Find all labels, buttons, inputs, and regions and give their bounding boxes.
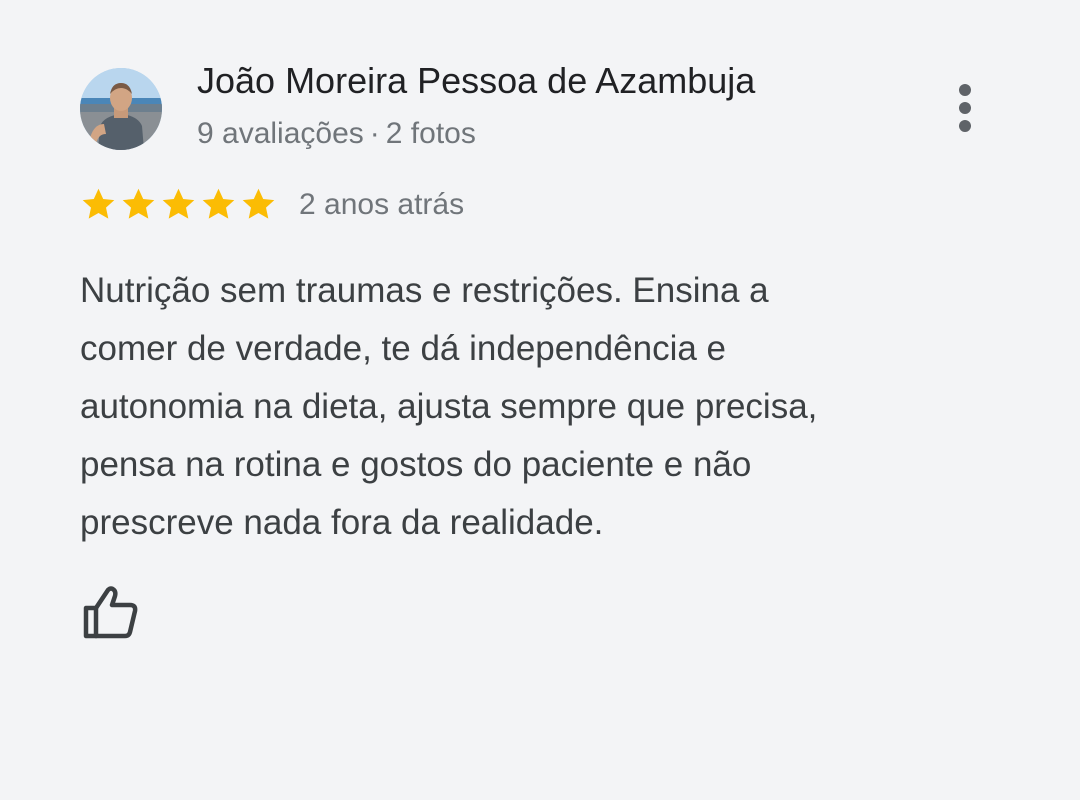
star-icon (202, 188, 235, 219)
avatar[interactable] (80, 68, 162, 150)
review-text-line: prescreve nada fora da realidade. (80, 503, 604, 542)
meta-separator: · (369, 117, 380, 150)
photos-count: 2 fotos (385, 117, 476, 150)
reviewer-meta: 9 avaliações · 2 fotos (197, 117, 476, 151)
star-icon (122, 188, 155, 219)
reviewer-name[interactable]: João Moreira Pessoa de Azambuja (197, 60, 755, 102)
review-text-line: Nutrição sem traumas e restrições. Ensin… (80, 271, 769, 310)
like-button[interactable] (80, 582, 142, 644)
star-icon (82, 188, 115, 219)
review-date: 2 anos atrás (299, 188, 465, 221)
star-icon (242, 188, 275, 219)
thumb-up-icon (83, 586, 138, 639)
star-icon (162, 188, 195, 219)
review-text: Nutrição sem traumas e restrições. Ensin… (80, 262, 980, 552)
star-rating (80, 186, 277, 226)
review-card: João Moreira Pessoa de Azambuja 9 avalia… (0, 0, 1080, 800)
review-text-line: autonomia na dieta, ajusta sempre que pr… (80, 387, 818, 426)
review-text-line: comer de verdade, te dá independência e (80, 329, 727, 368)
reviews-count: 9 avaliações (197, 117, 364, 150)
more-options-button[interactable] (940, 80, 990, 136)
review-text-line: pensa na rotina e gostos do paciente e n… (80, 445, 752, 484)
